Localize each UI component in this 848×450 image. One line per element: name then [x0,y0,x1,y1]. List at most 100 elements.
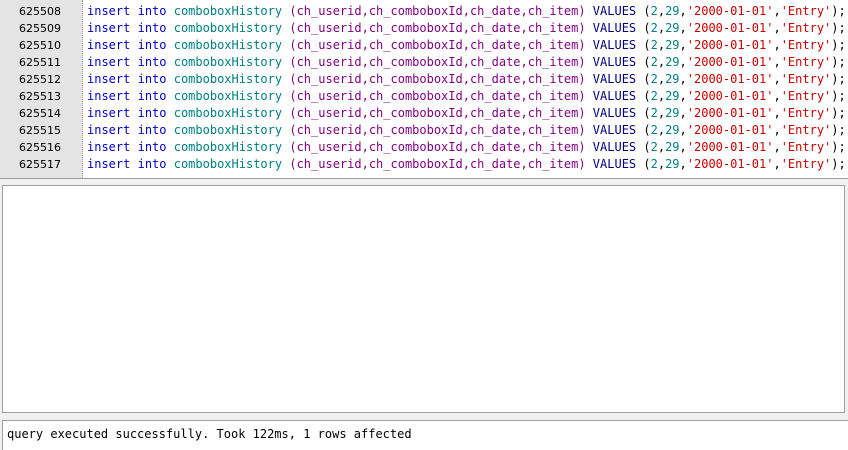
results-pane[interactable] [2,185,845,413]
code-line[interactable]: insert into comboboxHistory (ch_userid,c… [87,54,847,71]
column-list: (ch_userid,ch_comboboxId,ch_date,ch_item… [289,89,586,103]
line-number: 625512 [19,73,61,86]
number-literal: 29 [665,157,680,171]
sql-keyword: insert [87,106,131,120]
number-literal: 29 [665,106,680,120]
number-literal: 2 [650,106,658,120]
column-list: (ch_userid,ch_comboboxId,ch_date,ch_item… [289,72,586,86]
code-line[interactable]: insert into comboboxHistory (ch_userid,c… [87,37,847,54]
column-list: (ch_userid,ch_comboboxId,ch_date,ch_item… [289,38,586,52]
sql-keyword: insert [87,140,131,154]
line-number: 625517 [19,158,61,171]
number-literal: 2 [650,140,658,154]
sql-keyword: VALUES [592,55,637,69]
code-line[interactable]: insert into comboboxHistory (ch_userid,c… [87,156,847,173]
code-area[interactable]: insert into comboboxHistory (ch_userid,c… [87,3,847,173]
string-literal: 'Entry' [780,4,832,18]
sql-keyword: into [137,89,167,103]
string-literal: 'Entry' [780,106,832,120]
code-line[interactable]: insert into comboboxHistory (ch_userid,c… [87,3,847,20]
sql-keyword: into [137,72,167,86]
sql-keyword: into [137,157,167,171]
line-number: 625516 [19,141,61,154]
column-list: (ch_userid,ch_comboboxId,ch_date,ch_item… [289,123,586,137]
string-literal: '2000-01-01' [686,4,774,18]
code-line[interactable]: insert into comboboxHistory (ch_userid,c… [87,20,847,37]
string-literal: 'Entry' [780,89,832,103]
number-literal: 2 [650,123,658,137]
number-literal: 2 [650,157,658,171]
sql-keyword: VALUES [592,38,637,52]
sql-keyword: VALUES [592,140,637,154]
sql-keyword: insert [87,123,131,137]
string-literal: '2000-01-01' [686,157,774,171]
code-line[interactable]: insert into comboboxHistory (ch_userid,c… [87,88,847,105]
table-name: comboboxHistory [173,4,283,18]
column-list: (ch_userid,ch_comboboxId,ch_date,ch_item… [289,21,586,35]
string-literal: 'Entry' [780,21,832,35]
sql-keyword: VALUES [592,72,637,86]
column-list: (ch_userid,ch_comboboxId,ch_date,ch_item… [289,106,586,120]
number-literal: 2 [650,4,658,18]
sql-keyword: VALUES [592,89,637,103]
string-literal: 'Entry' [780,140,832,154]
table-name: comboboxHistory [173,72,283,86]
string-literal: '2000-01-01' [686,123,774,137]
number-literal: 29 [665,55,680,69]
column-list: (ch_userid,ch_comboboxId,ch_date,ch_item… [289,55,586,69]
number-literal: 2 [650,55,658,69]
string-literal: '2000-01-01' [686,38,774,52]
line-number: 625515 [19,124,61,137]
line-number: 625513 [19,90,61,103]
code-line[interactable]: insert into comboboxHistory (ch_userid,c… [87,105,847,122]
line-numbers: 625508 625509 625510 625511 625512 625513 6255… [0,3,82,173]
line-number: 625508 [19,5,61,18]
sql-keyword: into [137,123,167,137]
string-literal: '2000-01-01' [686,72,774,86]
column-list: (ch_userid,ch_comboboxId,ch_date,ch_item… [289,157,586,171]
table-name: comboboxHistory [173,89,283,103]
sql-keyword: into [137,21,167,35]
sql-keyword: insert [87,55,131,69]
table-name: comboboxHistory [173,21,283,35]
string-literal: '2000-01-01' [686,55,774,69]
number-literal: 29 [665,89,680,103]
number-literal: 2 [650,72,658,86]
table-name: comboboxHistory [173,157,283,171]
string-literal: 'Entry' [780,55,832,69]
sql-keyword: insert [87,72,131,86]
line-number: 625511 [19,56,61,69]
sql-keyword: into [137,55,167,69]
column-list: (ch_userid,ch_comboboxId,ch_date,ch_item… [289,140,586,154]
number-literal: 29 [665,140,680,154]
sql-keyword: insert [87,89,131,103]
string-literal: 'Entry' [780,38,832,52]
sql-keyword: into [137,4,167,18]
code-line[interactable]: insert into comboboxHistory (ch_userid,c… [87,122,847,139]
number-literal: 29 [665,4,680,18]
number-literal: 29 [665,72,680,86]
string-literal: '2000-01-01' [686,89,774,103]
code-line[interactable]: insert into comboboxHistory (ch_userid,c… [87,71,847,88]
line-number: 625510 [19,39,61,52]
status-message: query executed successfully. Took 122ms,… [2,420,848,450]
code-line[interactable]: insert into comboboxHistory (ch_userid,c… [87,139,847,156]
line-number: 625509 [19,22,61,35]
table-name: comboboxHistory [173,123,283,137]
sql-keyword: insert [87,38,131,52]
string-literal: 'Entry' [780,123,832,137]
number-literal: 2 [650,89,658,103]
sql-keyword: VALUES [592,4,637,18]
number-literal: 29 [665,38,680,52]
number-literal: 29 [665,21,680,35]
sql-keyword: VALUES [592,157,637,171]
number-literal: 2 [650,38,658,52]
sql-keyword: into [137,106,167,120]
table-name: comboboxHistory [173,55,283,69]
table-name: comboboxHistory [173,140,283,154]
string-literal: 'Entry' [780,157,832,171]
string-literal: '2000-01-01' [686,21,774,35]
string-literal: '2000-01-01' [686,140,774,154]
sql-keyword: insert [87,21,131,35]
sql-editor[interactable]: 625508 625509 625510 625511 625512 625513 6255… [0,0,848,179]
